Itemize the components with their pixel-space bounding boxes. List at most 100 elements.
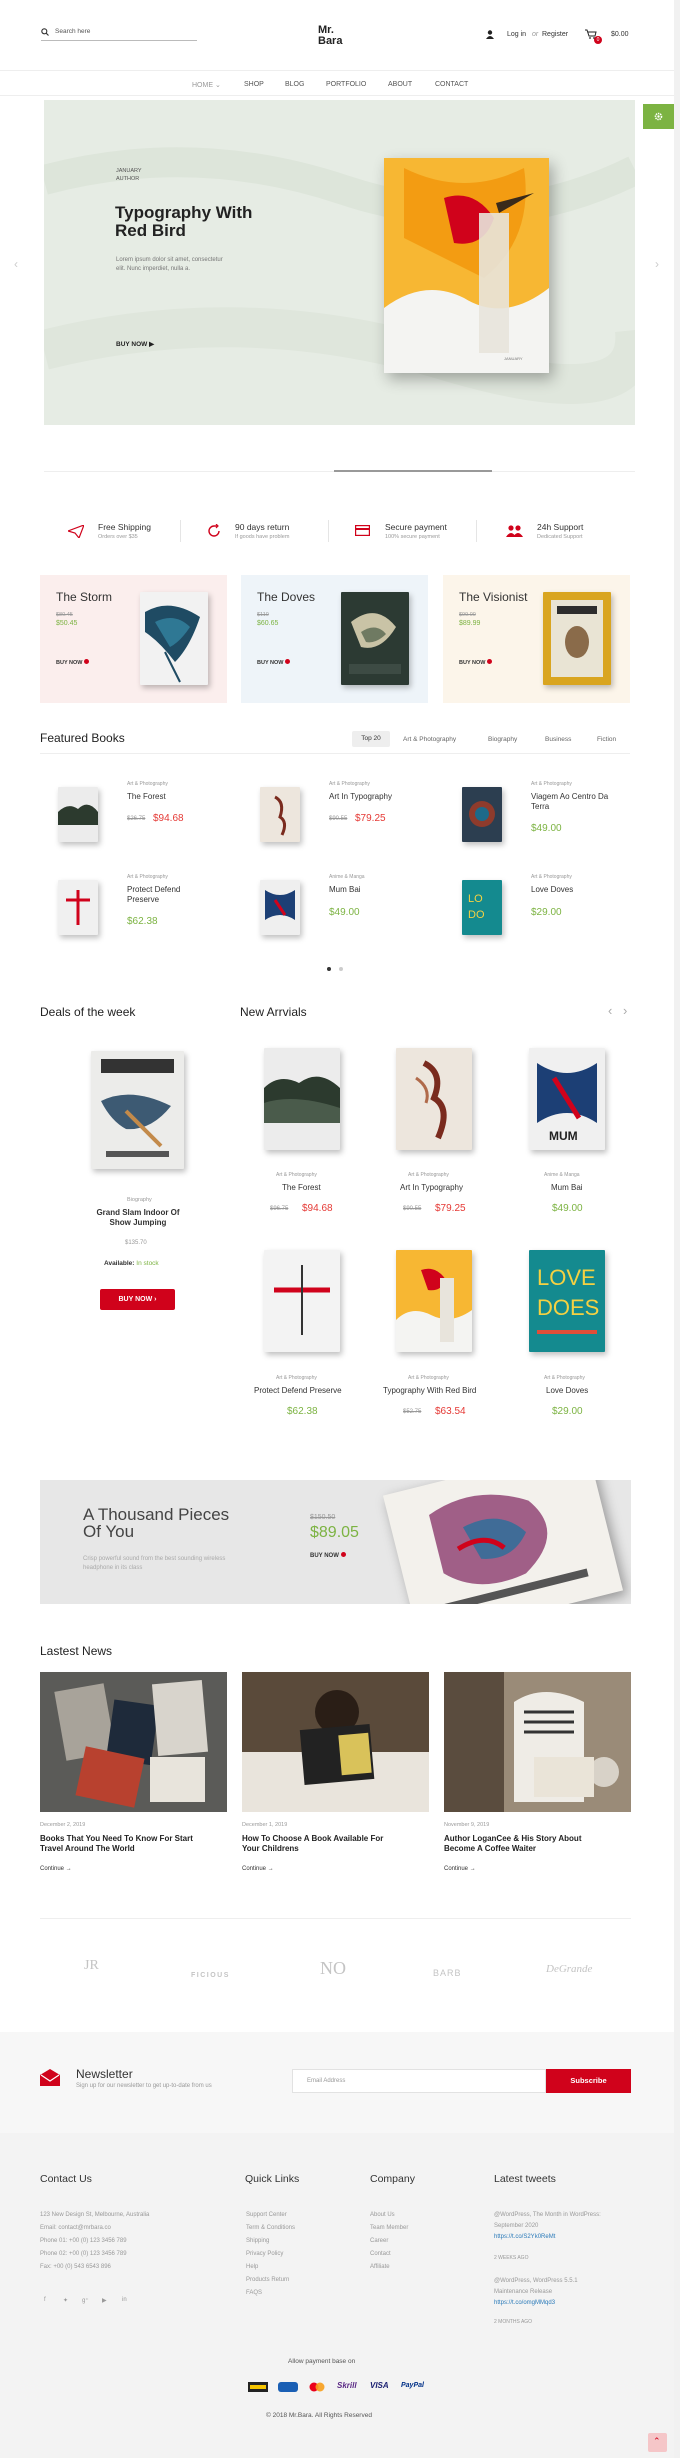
tab-fiction[interactable]: Fiction: [597, 736, 616, 743]
login-link[interactable]: Log in: [507, 31, 526, 38]
tab-top20[interactable]: Top 20: [352, 731, 390, 747]
tab-business[interactable]: Business: [545, 736, 571, 743]
product-name[interactable]: Mum Bai: [551, 1183, 583, 1192]
footer-link[interactable]: FAQS: [246, 2290, 262, 2296]
promo-card-doves[interactable]: The Doves $110 $60.65 BUY NOW: [241, 575, 428, 703]
nav-item-about[interactable]: ABOUT: [388, 81, 412, 88]
facebook-icon[interactable]: f: [44, 2297, 46, 2303]
deal-buy-button[interactable]: BUY NOW ›: [100, 1289, 175, 1310]
deal-name[interactable]: Grand Slam Indoor Of Show Jumping: [77, 1208, 199, 1228]
subscribe-button[interactable]: Subscribe: [546, 2069, 631, 2093]
logo[interactable]: Mr. Bara: [318, 25, 342, 47]
footer-link[interactable]: Team Member: [370, 2225, 408, 2231]
product-name[interactable]: Love Doves: [531, 885, 573, 894]
footer-link[interactable]: Contact: [370, 2251, 391, 2257]
footer-link[interactable]: About Us: [370, 2212, 395, 2218]
product-name[interactable]: Mum Bai: [329, 885, 361, 894]
promo-card-visionist[interactable]: The Visionist $99.00 $89.99 BUY NOW: [443, 575, 630, 703]
promo-card-storm[interactable]: The Storm $80.45 $50.45 BUY NOW: [40, 575, 227, 703]
youtube-icon[interactable]: ▶: [102, 2297, 107, 2304]
news-image[interactable]: [444, 1672, 631, 1812]
footer-link[interactable]: Affiliate: [370, 2264, 390, 2270]
tweet-link[interactable]: https://t.co/S2Yk0ReMt: [494, 2234, 555, 2240]
linkedin-icon[interactable]: in: [122, 2297, 127, 2303]
brand-logo-jr[interactable]: JR: [84, 1958, 99, 1974]
nav-item-shop[interactable]: SHOP: [244, 81, 264, 88]
news-title[interactable]: Author LoganCee & His Story About Become …: [444, 1834, 631, 1854]
product-name[interactable]: Love Doves: [546, 1386, 588, 1395]
news-image[interactable]: [242, 1672, 429, 1812]
slider-progress[interactable]: [334, 470, 492, 472]
hero-next-arrow-icon[interactable]: ›: [655, 257, 659, 271]
nav-item-portfolio[interactable]: PORTFOLIO: [326, 81, 366, 88]
arrivals-next-arrow-icon[interactable]: ›: [623, 1003, 627, 1018]
arrival-book-cover[interactable]: [396, 1048, 472, 1150]
deal-book-cover[interactable]: [91, 1051, 184, 1169]
news-title-line1: Books That You Need To Know For Start: [40, 1834, 193, 1843]
product-name[interactable]: The Forest: [127, 792, 166, 801]
arrival-book-cover[interactable]: MUM: [529, 1048, 605, 1150]
google-plus-icon[interactable]: g⁺: [82, 2297, 89, 2304]
footer-email[interactable]: Email: contact@mrbara.co: [40, 2225, 111, 2231]
brand-logo-no[interactable]: NO: [320, 1958, 346, 1979]
featured-book-cover[interactable]: [462, 787, 502, 842]
tab-biography[interactable]: Biography: [488, 736, 517, 743]
product-name[interactable]: Art In Typography: [400, 1183, 463, 1192]
news-continue-link[interactable]: Continue →: [444, 1866, 476, 1872]
news-title[interactable]: Books That You Need To Know For Start Tra…: [40, 1834, 227, 1854]
nav-item-home[interactable]: HOME ⌄: [192, 81, 221, 89]
brand-logo-ficious[interactable]: FICIOUS: [191, 1972, 230, 1979]
news-image[interactable]: [40, 1672, 227, 1812]
footer-link[interactable]: Help: [246, 2264, 258, 2270]
product-name[interactable]: Protect Defend Preserve: [127, 885, 207, 905]
nav-item-blog[interactable]: BLOG: [285, 81, 304, 88]
arrival-book-cover[interactable]: LOVE DOES: [529, 1250, 605, 1352]
product-name[interactable]: The Forest: [282, 1183, 321, 1192]
scrollbar[interactable]: [674, 0, 680, 2458]
brand-logo-degrande[interactable]: DeGrande: [546, 1963, 592, 1975]
twitter-icon[interactable]: ✦: [63, 2297, 68, 2304]
news-continue-link[interactable]: Continue →: [242, 1866, 274, 1872]
settings-float-button[interactable]: [643, 104, 674, 129]
footer-link[interactable]: Support Center: [246, 2212, 287, 2218]
tweet-link[interactable]: https://t.co/omgMMqd3: [494, 2300, 555, 2306]
nav-item-contact[interactable]: CONTACT: [435, 81, 468, 88]
carousel-dot[interactable]: [339, 967, 343, 971]
arrival-book-cover[interactable]: [264, 1250, 340, 1352]
featured-book-cover[interactable]: [260, 880, 300, 935]
arrival-book-cover[interactable]: [264, 1048, 340, 1150]
footer-link[interactable]: Career: [370, 2238, 388, 2244]
back-to-top-button[interactable]: ⌃: [648, 2433, 667, 2452]
newsletter-email-field[interactable]: Email Address: [292, 2069, 546, 2093]
news-continue-link[interactable]: Continue →: [40, 1866, 72, 1872]
footer-link[interactable]: Term & Conditions: [246, 2225, 295, 2231]
child-reading-photo: [242, 1672, 429, 1812]
promo-buy-button[interactable]: BUY NOW: [257, 659, 291, 666]
user-icon[interactable]: [486, 30, 494, 39]
search-box[interactable]: Search here: [41, 26, 197, 41]
news-title[interactable]: How To Choose A Book Available For Your C…: [242, 1834, 429, 1854]
banner-buy-button[interactable]: BUY NOW: [310, 1552, 346, 1559]
promo-buy-button[interactable]: BUY NOW: [56, 659, 90, 666]
arrivals-prev-arrow-icon[interactable]: ‹: [608, 1003, 612, 1018]
footer-link[interactable]: Privacy Policy: [246, 2251, 283, 2257]
arrival-book-cover[interactable]: [396, 1250, 472, 1352]
tab-art-photography[interactable]: Art & Photography: [403, 736, 456, 743]
search-input[interactable]: Search here: [55, 28, 90, 35]
featured-book-cover[interactable]: [260, 787, 300, 842]
hero-buy-button[interactable]: BUY NOW ▶: [116, 340, 154, 348]
featured-book-cover[interactable]: LO DO: [462, 880, 502, 935]
product-name[interactable]: Art In Typography: [329, 792, 392, 801]
promo-buy-button[interactable]: BUY NOW: [459, 659, 493, 666]
featured-book-cover[interactable]: [58, 880, 98, 935]
product-name[interactable]: Typography With Red Bird: [383, 1386, 476, 1395]
footer-link[interactable]: Products Return: [246, 2277, 289, 2283]
carousel-dot-active[interactable]: [327, 967, 331, 971]
footer-link[interactable]: Shipping: [246, 2238, 269, 2244]
product-name[interactable]: Protect Defend Preserve: [254, 1386, 342, 1395]
register-link[interactable]: Register: [542, 31, 568, 38]
brand-logo-barb[interactable]: BARB: [433, 1968, 462, 1978]
featured-book-cover[interactable]: [58, 787, 98, 842]
hero-prev-arrow-icon[interactable]: ‹: [14, 257, 18, 271]
product-name[interactable]: Viagem Ao Centro Da Terra: [531, 792, 626, 812]
